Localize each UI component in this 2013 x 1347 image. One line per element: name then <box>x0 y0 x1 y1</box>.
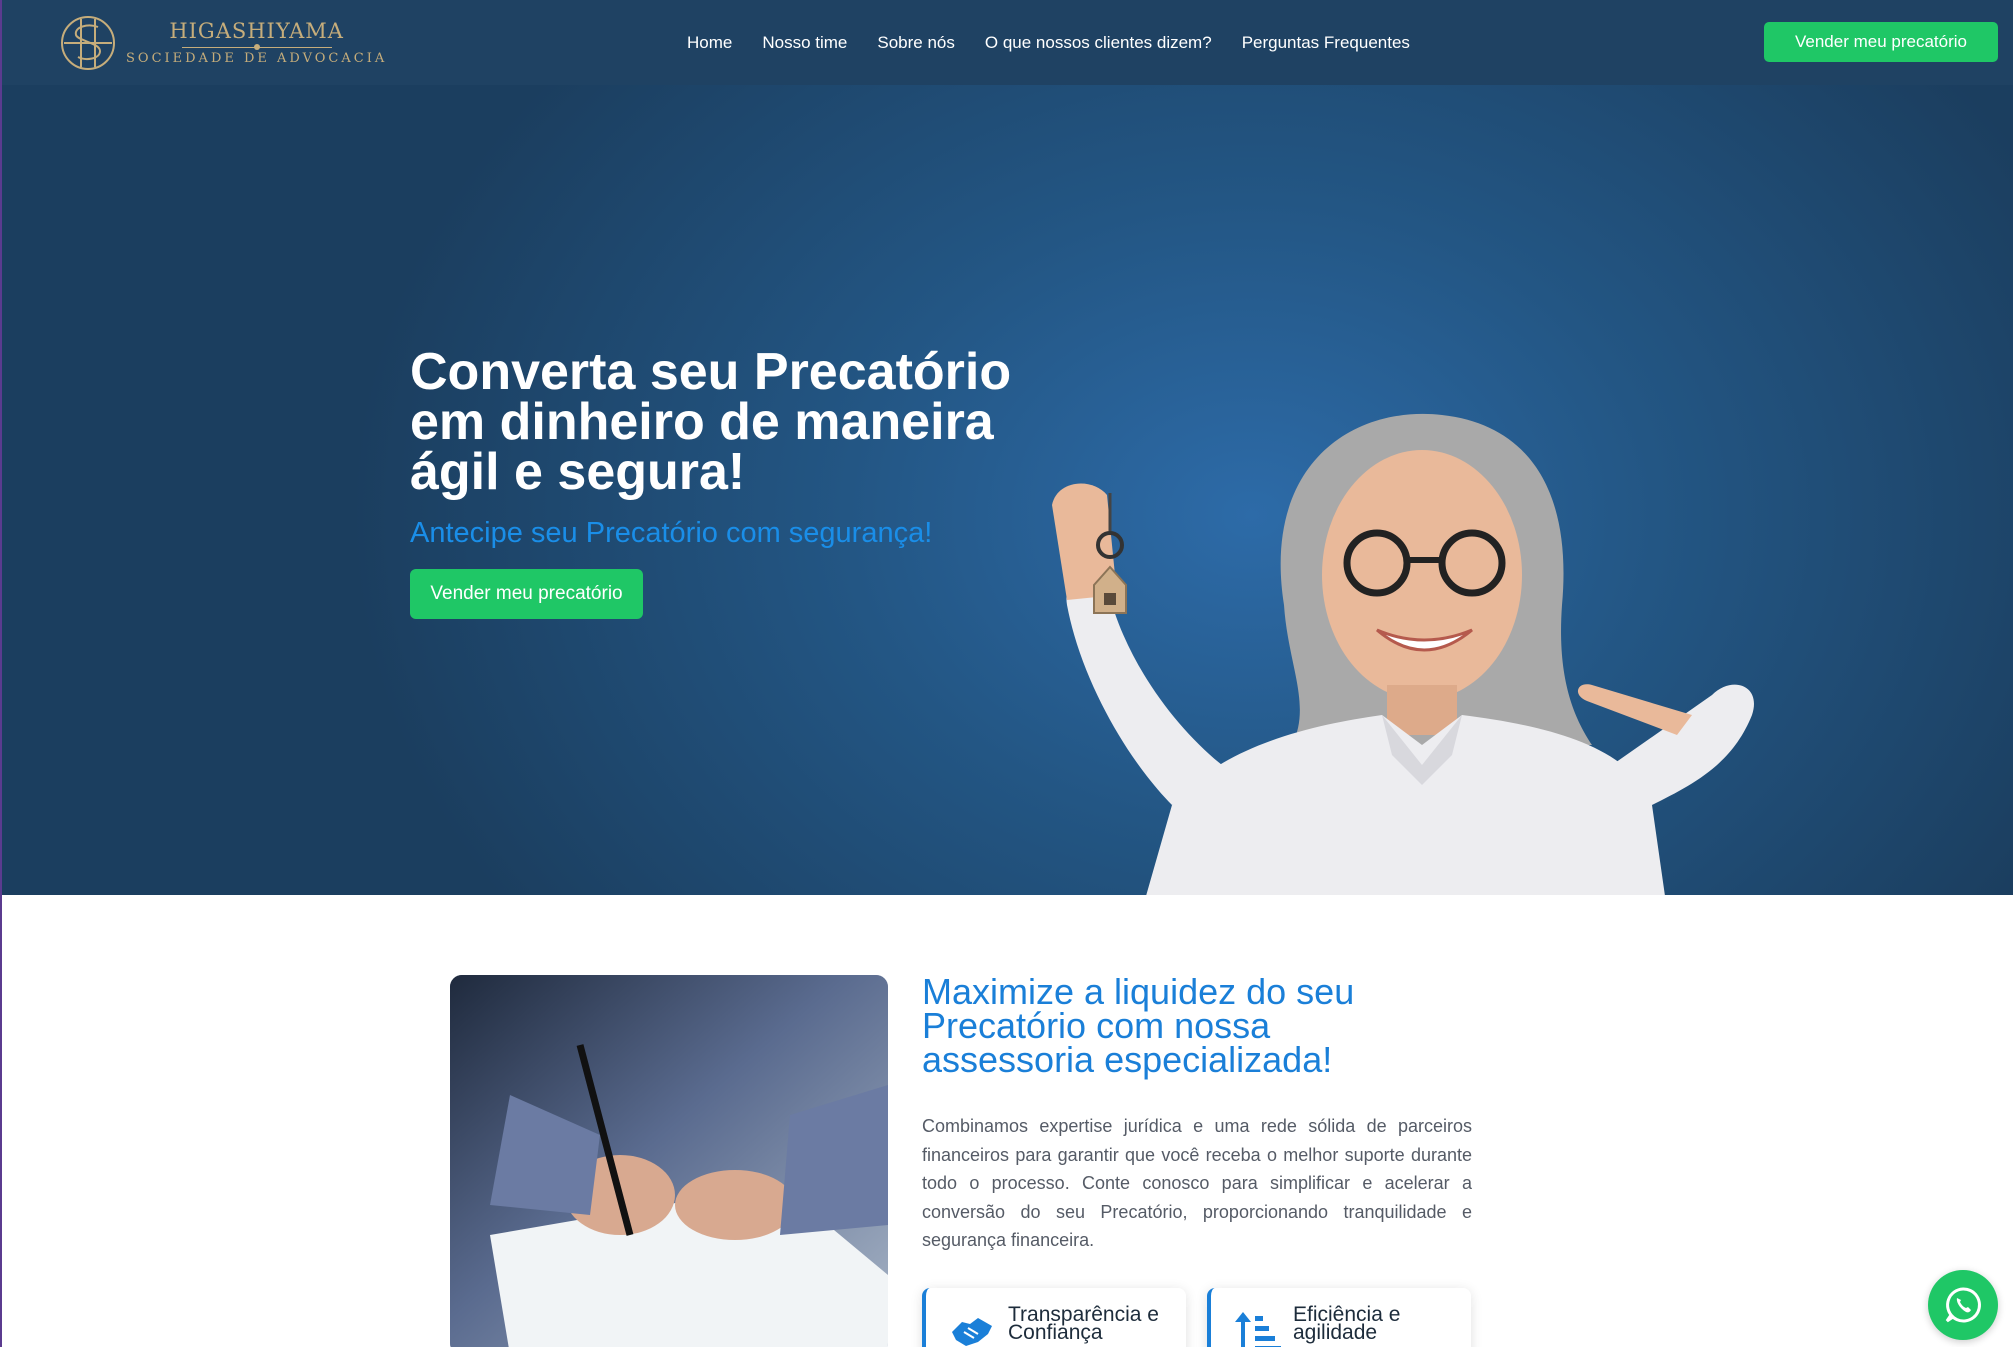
hero-section: Converta seu Precatório em dinheiro de m… <box>2 85 2013 895</box>
hero-sell-button[interactable]: Vender meu precatório <box>410 569 643 619</box>
brand-name: HIGASHIYAMA <box>169 19 344 43</box>
main-nav: Home Nosso time Sobre nós O que nossos c… <box>687 0 1410 85</box>
handshake-icon <box>952 1318 992 1346</box>
section-body: Combinamos expertise jurídica e uma rede… <box>922 1116 1472 1250</box>
whatsapp-icon <box>1945 1287 1981 1323</box>
whatsapp-button[interactable] <box>1928 1270 1998 1340</box>
feature-card-eficiencia: Eficiência e agilidade <box>1207 1288 1471 1347</box>
logo-text: HIGASHIYAMA SOCIEDADE DE ADVOCACIA <box>126 19 387 67</box>
logo[interactable]: HIGASHIYAMA SOCIEDADE DE ADVOCACIA <box>58 12 387 74</box>
nav-home[interactable]: Home <box>687 33 732 53</box>
nav-clientes[interactable]: O que nossos clientes dizem? <box>985 33 1212 53</box>
logo-divider <box>181 43 332 51</box>
hero-wave-divider <box>2 835 2013 895</box>
sort-ascending-icon <box>1235 1312 1281 1347</box>
feature-label: Transparência e Confiança <box>1008 1303 1159 1344</box>
feature-label: Eficiência e agilidade <box>1293 1303 1401 1344</box>
brand-subtitle: SOCIEDADE DE ADVOCACIA <box>126 51 388 66</box>
feature-card-transparencia: Transparência e Confiança <box>922 1288 1186 1347</box>
logo-mark-icon <box>61 16 115 70</box>
header-sell-button[interactable]: Vender meu precatório <box>1764 22 1998 62</box>
nav-faq[interactable]: Perguntas Frequentes <box>1242 33 1410 53</box>
section-title: Maximize a liquidez do seu Precatório co… <box>922 971 1355 1080</box>
photo-illustration <box>450 975 888 1347</box>
hero-subtitle: Antecipe seu Precatório com segurança! <box>410 517 933 549</box>
nav-nosso-time[interactable]: Nosso time <box>762 33 847 53</box>
site-header: HIGASHIYAMA SOCIEDADE DE ADVOCACIA Home … <box>2 0 2013 85</box>
signing-document-photo <box>450 975 888 1347</box>
hero-woman-image <box>1052 413 1754 895</box>
nav-sobre-nos[interactable]: Sobre nós <box>877 33 955 53</box>
